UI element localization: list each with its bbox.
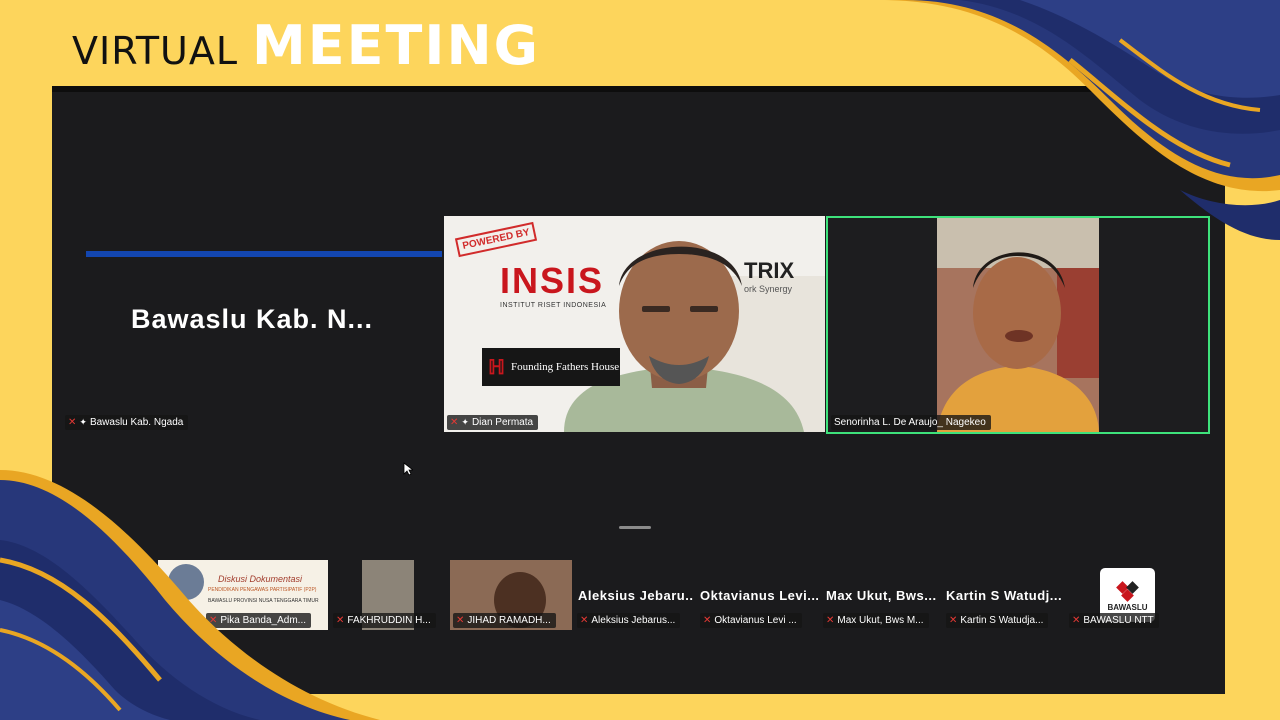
name-tag: ✕ ✦ Dian Permata xyxy=(447,415,539,430)
participant-tile-dian-permata[interactable]: POWERED BY INSIS INSTITUT RISET INDONESI… xyxy=(444,216,825,432)
mic-muted-icon: ✕ xyxy=(68,417,77,428)
mic-muted-icon: ✕ xyxy=(949,615,958,626)
participant-display-name: Oktavianus Levi... xyxy=(700,587,818,605)
name-tag: ✕ BAWASLU NTT xyxy=(1069,613,1159,628)
mic-muted-icon: ✕ xyxy=(1072,615,1081,626)
thumbnail-kartin[interactable]: Kartin S Watudj... ✕ Kartin S Watudja... xyxy=(943,560,1064,630)
name-tag-label: Aleksius Jebarus... xyxy=(591,615,676,626)
thumbnail-aleksius[interactable]: Aleksius Jebaru... ✕ Aleksius Jebarus... xyxy=(574,560,694,630)
name-tag: ✕ Max Ukut, Bws M... xyxy=(823,613,929,628)
participant-display-name: Max Ukut, Bws... xyxy=(826,587,937,605)
participant-name-text: Kartin S Watudj... xyxy=(946,588,1063,603)
name-tag: ✕ Pika Banda_Adm... xyxy=(206,613,311,628)
mic-muted-icon: ✕ xyxy=(826,615,835,626)
participant-name-text: Max Ukut, Bws... xyxy=(826,588,937,603)
bawaslu-logo-text: BAWASLU xyxy=(1107,602,1148,612)
insis-logo-text: INSIS xyxy=(500,260,605,301)
name-tag: ✕ FAKHRUDDIN H... xyxy=(333,613,436,628)
name-tag: ✕ JIHAD RAMADH... xyxy=(453,613,556,628)
insis-logo-subtitle: INSTITUT RISET INDONESIA xyxy=(500,302,607,309)
participant-display-name: Aleksius Jebaru... xyxy=(578,587,694,605)
participant-name-text: Bawaslu Kab. N... xyxy=(130,304,374,334)
participant-video xyxy=(937,218,1099,432)
name-tag: ✕ Oktavianus Levi ... xyxy=(700,613,802,628)
thumbnail-fakhruddin[interactable]: ✕ FAKHRUDDIN H... xyxy=(330,560,450,630)
mouse-cursor-icon xyxy=(403,462,413,476)
banner-title: VIRTUAL MEETING xyxy=(72,14,541,77)
participant-tile-senorinha[interactable]: Senorinha L. De Araujo_ Nagekeo xyxy=(826,216,1210,434)
slide-org: BAWASLU PROVINSI NUSA TENGGARA TIMUR xyxy=(208,598,319,604)
participant-display-name: Bawaslu Kab. N... xyxy=(62,304,442,335)
name-tag-label: Kartin S Watudja... xyxy=(960,615,1044,626)
thumbnail-jihad[interactable]: ✕ JIHAD RAMADH... xyxy=(450,560,572,630)
name-tag-label: BAWASLU NTT xyxy=(1083,615,1154,626)
mic-muted-icon: ✕ xyxy=(450,417,459,428)
participant-tile-bawaslu-ngada[interactable]: Bawaslu Kab. N... ✕ ✦ Bawaslu Kab. Ngada xyxy=(62,216,442,432)
mic-muted-icon: ✕ xyxy=(336,615,345,626)
mic-muted-icon: ✕ xyxy=(456,615,465,626)
thumbnail-oktavianus[interactable]: Oktavianus Levi... ✕ Oktavianus Levi ... xyxy=(697,560,818,630)
trix-logo-text: TRIX xyxy=(744,258,795,283)
filmstrip-resize-handle[interactable] xyxy=(619,526,651,529)
speaker-face-thumb xyxy=(168,564,204,600)
ffh-emblem-icon: ℍ xyxy=(488,356,505,379)
banner-virtual-text: VIRTUAL xyxy=(72,29,239,73)
ffh-logo-text: Founding Fathers House xyxy=(511,361,620,373)
mic-muted-icon: ✕ xyxy=(580,615,589,626)
name-tag-label: JIHAD RAMADH... xyxy=(467,615,551,626)
insis-logo: INSIS INSTITUT RISET INDONESIA xyxy=(500,260,606,309)
name-tag-label: Bawaslu Kab. Ngada xyxy=(89,417,184,428)
pin-icon: ✦ xyxy=(461,417,469,427)
name-tag-label: Oktavianus Levi ... xyxy=(714,615,797,626)
name-tag-label: FAKHRUDDIN H... xyxy=(347,615,431,626)
window-top-bar xyxy=(52,86,1225,92)
mic-muted-icon: ✕ xyxy=(209,615,218,626)
name-tag: ✕ Kartin S Watudja... xyxy=(946,613,1049,628)
participant-name-text: Oktavianus Levi... xyxy=(700,588,818,603)
shared-slide-accent-line xyxy=(86,251,442,257)
founding-fathers-logo: ℍ Founding Fathers House xyxy=(482,348,620,386)
meeting-window: Bawaslu Kab. N... ✕ ✦ Bawaslu Kab. Ngada… xyxy=(52,86,1225,694)
banner-meeting-text: MEETING xyxy=(252,14,541,77)
name-tag-label: Max Ukut, Bws M... xyxy=(837,615,924,626)
name-tag-label: Pika Banda_Adm... xyxy=(220,615,306,626)
slide-title: Diskusi Dokumentasi xyxy=(218,574,303,584)
slide-subtitle: PENDIDIKAN PENGAWAS PARTISIPATIF (P2P) xyxy=(208,587,317,593)
name-tag: ✕ Aleksius Jebarus... xyxy=(577,613,681,628)
thumbnail-max-ukut[interactable]: Max Ukut, Bws... ✕ Max Ukut, Bws M... xyxy=(820,560,941,630)
trix-logo: TRIX ork Synergy xyxy=(744,258,794,294)
name-tag: Senorinha L. De Araujo_ Nagekeo xyxy=(831,415,991,430)
thumbnail-bawaslu-ntt[interactable]: BAWASLU ✕ BAWASLU NTT xyxy=(1066,560,1187,630)
bawaslu-emblem-icon xyxy=(1115,580,1139,602)
participant-video xyxy=(444,216,825,432)
participant-name-text: Aleksius Jebaru... xyxy=(578,588,694,603)
pin-icon: ✦ xyxy=(79,417,87,427)
mic-muted-icon: ✕ xyxy=(703,615,712,626)
thumbnail-pika-banda[interactable]: Diskusi Dokumentasi PENDIDIKAN PENGAWAS … xyxy=(158,560,328,630)
trix-logo-subtitle: ork Synergy xyxy=(744,284,793,294)
name-tag-label: Senorinha L. De Araujo_ Nagekeo xyxy=(834,417,986,428)
participant-display-name: Kartin S Watudj... xyxy=(946,587,1062,605)
name-tag: ✕ ✦ Bawaslu Kab. Ngada xyxy=(65,415,189,430)
name-tag-label: Dian Permata xyxy=(471,417,534,428)
